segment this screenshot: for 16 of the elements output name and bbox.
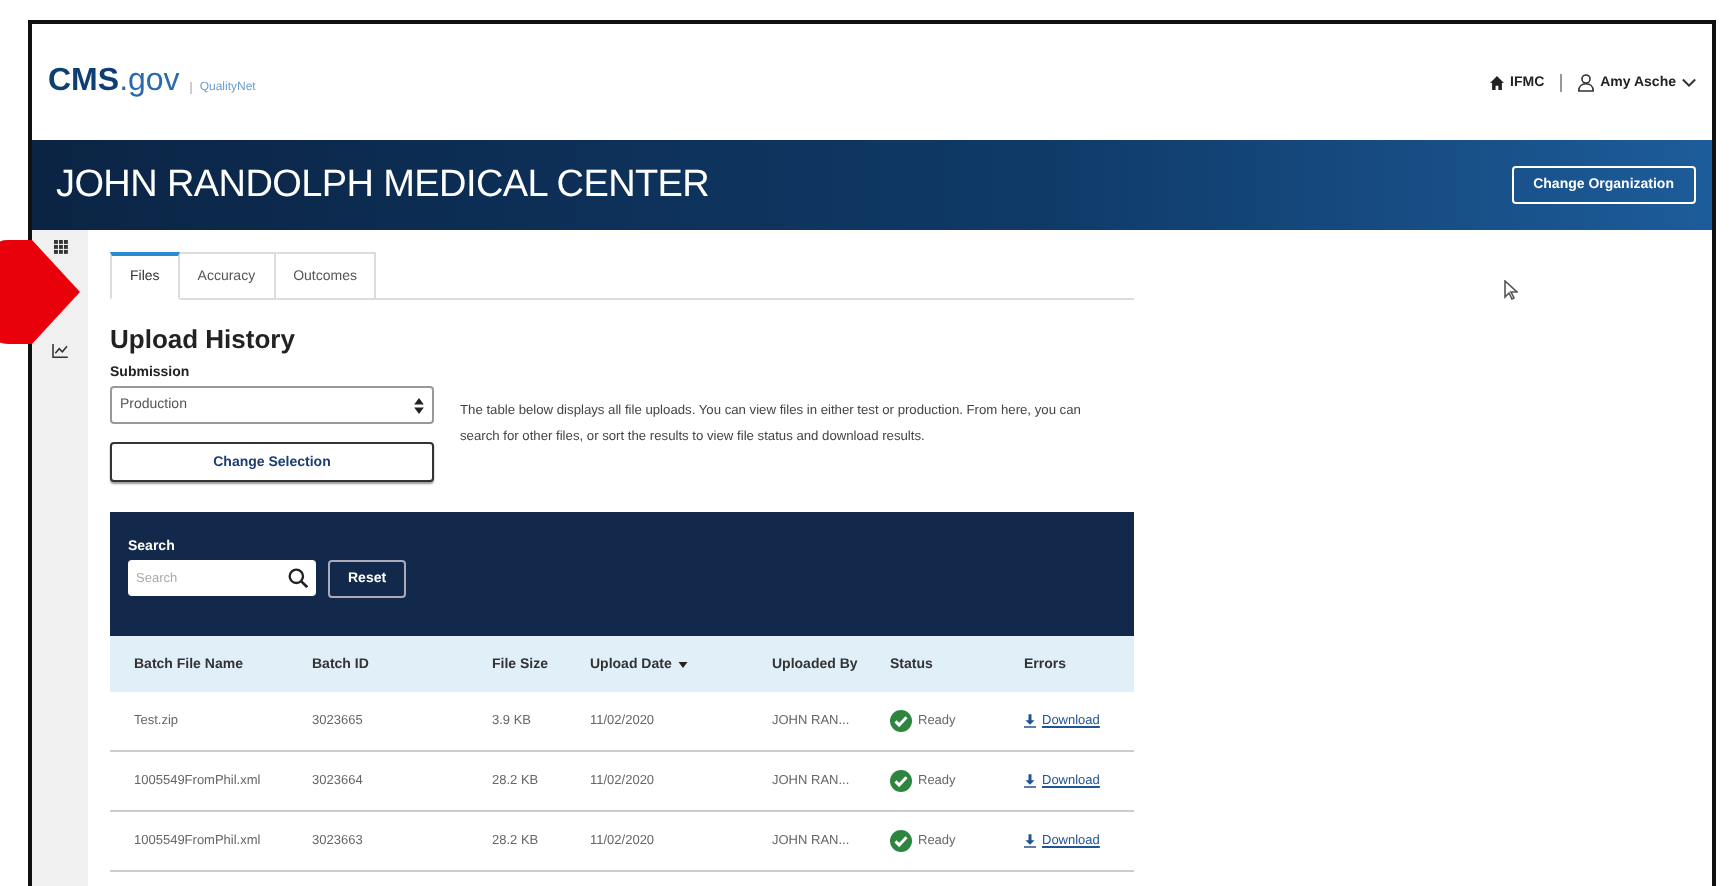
- page-heading: Upload History: [110, 324, 297, 354]
- download-icon: [1024, 774, 1036, 788]
- chart-icon[interactable]: [52, 344, 68, 358]
- download-icon: [1024, 834, 1036, 848]
- grid-icon[interactable]: [53, 240, 67, 254]
- search-icon[interactable]: [288, 568, 308, 588]
- annotation-arrow-icon: [0, 240, 80, 344]
- sort-arrows-icon: [414, 397, 424, 413]
- cms-logo[interactable]: CMS.gov: [48, 64, 180, 100]
- user-icon: [1578, 73, 1595, 91]
- home-icon: [1490, 75, 1505, 89]
- organization-title: JOHN RANDOLPH MEDICAL CENTER: [56, 163, 710, 207]
- download-icon: [1024, 714, 1036, 728]
- cursor-icon: [1504, 280, 1518, 300]
- chevron-down-icon[interactable]: [1682, 77, 1696, 87]
- sort-caret-icon[interactable]: [677, 661, 688, 667]
